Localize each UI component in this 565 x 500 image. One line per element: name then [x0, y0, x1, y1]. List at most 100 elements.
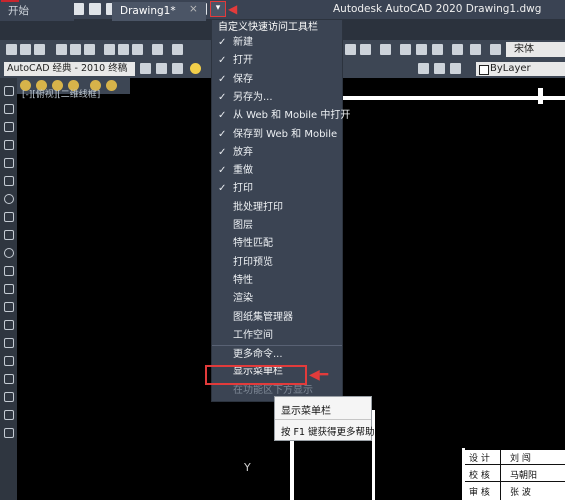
- help-icon[interactable]: [470, 44, 481, 55]
- menu-item-label: 批处理打印: [233, 201, 283, 213]
- publish-icon[interactable]: [84, 44, 95, 55]
- checkmark-icon: ✓: [218, 55, 227, 67]
- title-block-value: 刘 闯: [510, 454, 531, 464]
- annotation-arrow-icon: ◀: [228, 2, 238, 16]
- moon-icon[interactable]: [106, 80, 117, 91]
- menu-item-label: 特性: [233, 274, 253, 286]
- region-icon[interactable]: [4, 374, 14, 384]
- tooltip-help: 按 F1 键获得更多帮助: [275, 419, 375, 438]
- menu-item[interactable]: ✓ 保存: [212, 71, 342, 89]
- zoom-window-icon[interactable]: [380, 44, 391, 55]
- menu-item-label: 图纸集管理器: [233, 311, 293, 323]
- workspace-select[interactable]: AutoCAD 经典 - 2010 终稿: [4, 62, 135, 76]
- open-icon[interactable]: [20, 44, 31, 55]
- tab-start[interactable]: 开始: [0, 2, 74, 21]
- arc-icon[interactable]: [4, 176, 14, 186]
- menu-item[interactable]: 打印预览: [212, 254, 342, 272]
- menu-item-label: 另存为...: [233, 91, 273, 103]
- menu-item-label: 放弃: [233, 146, 253, 158]
- add-selected-icon[interactable]: [4, 428, 14, 438]
- gear-icon[interactable]: [140, 63, 151, 74]
- rectangle-icon[interactable]: [4, 158, 14, 168]
- gradient-icon[interactable]: [4, 356, 14, 366]
- line-icon[interactable]: [4, 86, 14, 96]
- menu-item[interactable]: 工作空间: [212, 327, 342, 345]
- ellipse-arc-icon[interactable]: [4, 266, 14, 276]
- annotation-highlight-box: [205, 365, 307, 385]
- save-as-icon[interactable]: [89, 3, 101, 15]
- spline-icon[interactable]: [4, 230, 14, 240]
- menu-item-label: 打印: [233, 183, 253, 195]
- viewport-controls[interactable]: [-][俯视][二维线框]: [22, 87, 100, 100]
- menu-item-label: 打开: [233, 55, 253, 67]
- table-icon[interactable]: [4, 392, 14, 402]
- close-tab-icon[interactable]: ×: [181, 0, 206, 19]
- pan-icon[interactable]: [345, 44, 356, 55]
- undo-toolbar-icon[interactable]: [172, 44, 183, 55]
- tool-palettes-icon[interactable]: [432, 44, 443, 55]
- menu-item-label: 更多命令...: [233, 349, 283, 361]
- point-icon[interactable]: [4, 320, 14, 330]
- menu-item[interactable]: ✓ 打印: [212, 180, 342, 198]
- construction-line-icon[interactable]: [4, 104, 14, 114]
- menu-item[interactable]: 特性匹配: [212, 235, 342, 253]
- layer-state-icon[interactable]: [172, 63, 183, 74]
- layer-properties-icon[interactable]: [156, 63, 167, 74]
- title-block-label: 设 计: [469, 454, 490, 464]
- menu-item[interactable]: ✓ 从 Web 和 Mobile 中打开: [212, 107, 350, 125]
- properties-icon[interactable]: [400, 44, 411, 55]
- cut-icon[interactable]: [104, 44, 115, 55]
- title-block-value: 马朝阳: [510, 471, 538, 481]
- menu-item[interactable]: ✓ 保存到 Web 和 Mobile: [212, 126, 342, 144]
- layer-previous-icon[interactable]: [434, 63, 445, 74]
- circle-icon[interactable]: [4, 194, 14, 204]
- make-current-icon[interactable]: [418, 63, 429, 74]
- multiline-text-icon[interactable]: [4, 410, 14, 420]
- menu-item[interactable]: ✓ 放弃: [212, 144, 342, 162]
- menu-item[interactable]: ✓ 重做: [212, 162, 342, 180]
- new-icon[interactable]: [6, 44, 17, 55]
- font-select[interactable]: 宋体: [506, 42, 565, 57]
- preview-icon[interactable]: [70, 44, 81, 55]
- tooltip: 显示菜单栏 按 F1 键获得更多帮助: [274, 396, 375, 441]
- title-block-label: 校 核: [469, 471, 490, 481]
- title-block-value: 张 波: [510, 488, 531, 498]
- save-icon[interactable]: [34, 44, 45, 55]
- print-icon[interactable]: [56, 44, 67, 55]
- revision-cloud-icon[interactable]: [4, 212, 14, 222]
- menu-item[interactable]: ✓ 打开: [212, 52, 342, 70]
- insert-block-icon[interactable]: [4, 284, 14, 294]
- menu-item[interactable]: 渲染: [212, 290, 342, 308]
- menu-item[interactable]: ✓ 另存为...: [212, 89, 342, 107]
- make-block-icon[interactable]: [4, 302, 14, 312]
- tooltip-title: 显示菜单栏: [281, 406, 331, 417]
- lightbulb-icon[interactable]: [190, 63, 201, 74]
- menu-item[interactable]: 更多命令...: [212, 345, 342, 364]
- polyline-icon[interactable]: [4, 122, 14, 132]
- menu-item-label: 新建: [233, 37, 253, 48]
- ellipse-icon[interactable]: [4, 248, 14, 258]
- text-style-icon[interactable]: [490, 44, 501, 55]
- calculator-icon[interactable]: [452, 44, 463, 55]
- menu-item-label: 渲染: [233, 293, 253, 305]
- qat-customize-button[interactable]: ▾: [210, 1, 226, 17]
- layer-match-icon[interactable]: [450, 63, 461, 74]
- menu-item[interactable]: 图纸集管理器: [212, 309, 342, 327]
- menu-item[interactable]: 图层: [212, 217, 342, 235]
- menu-item[interactable]: 批处理打印: [212, 199, 342, 217]
- zoom-icon[interactable]: [360, 44, 371, 55]
- annotation-arrow-icon: ◀━: [309, 367, 329, 383]
- polygon-icon[interactable]: [4, 140, 14, 150]
- menu-item-label: 保存: [233, 73, 253, 85]
- copy-icon[interactable]: [118, 44, 129, 55]
- menu-item[interactable]: ✓ 新建: [212, 34, 342, 52]
- paste-icon[interactable]: [132, 44, 143, 55]
- design-center-icon[interactable]: [416, 44, 427, 55]
- layer-color-select[interactable]: ByLayer: [476, 62, 565, 76]
- menu-item-label: 工作空间: [233, 329, 273, 341]
- hatch-icon[interactable]: [4, 338, 14, 348]
- menu-item-label: 特性匹配: [233, 238, 273, 250]
- menu-item[interactable]: 特性: [212, 272, 342, 290]
- match-properties-icon[interactable]: [152, 44, 163, 55]
- drawing-frame-line: [342, 96, 565, 100]
